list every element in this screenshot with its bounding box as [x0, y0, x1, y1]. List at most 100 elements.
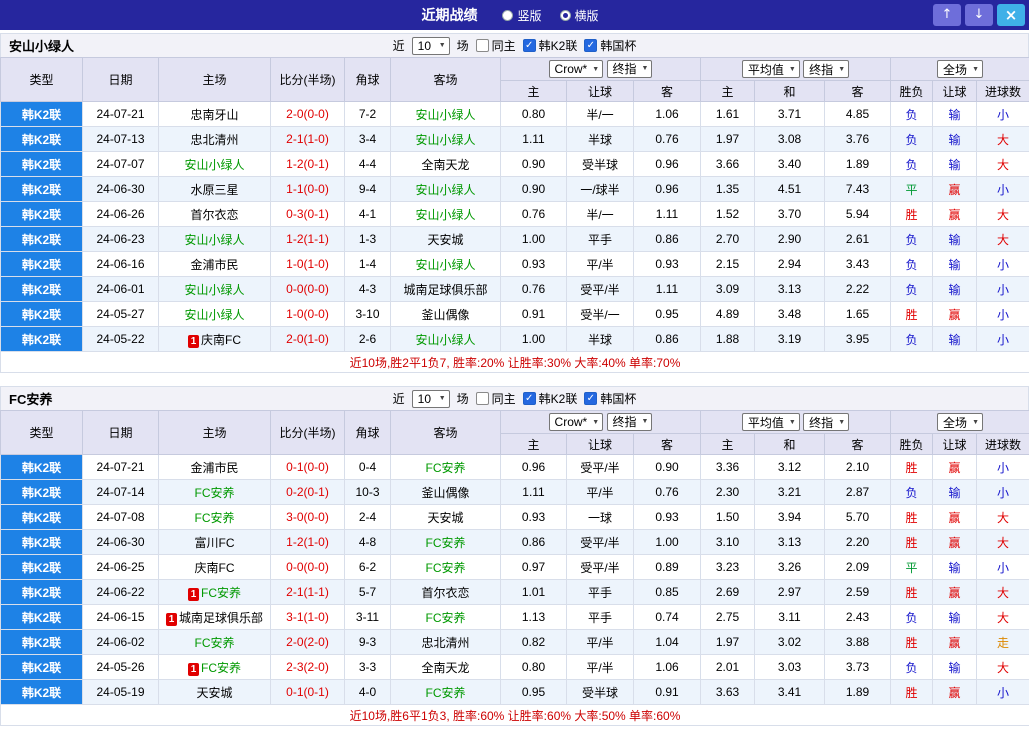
corner-cell: 1-4: [344, 251, 391, 277]
odds1-stage-select[interactable]: 终指 ▼: [606, 412, 653, 431]
odds2-away-cell: 3.95: [823, 326, 892, 352]
odds1-home-cell: 1.13: [500, 604, 567, 630]
odds1-handicap-cell: 受半球: [566, 151, 634, 177]
corner-cell: 4-8: [344, 529, 391, 555]
average-select[interactable]: 平均值 ▼: [741, 413, 800, 431]
scope-select[interactable]: 全场 ▼: [937, 413, 983, 431]
odds1-home-cell: 0.80: [500, 101, 567, 127]
date-cell: 24-07-21: [82, 454, 159, 480]
same-home-checkbox[interactable]: 同主: [475, 390, 516, 407]
odds2-away-cell: 2.10: [823, 454, 892, 480]
matches-tbody: 韩K2联 24-07-21 金浦市民 0-1(0-0) 0-4 FC安养 0.96 受平/半 0…: [0, 454, 1029, 705]
odds2-stage-select[interactable]: 终指 ▼: [803, 413, 850, 431]
goals-result-cell: 小: [976, 276, 1029, 302]
matches-table: 类型 日期 主场 比分(半场) 角球 客场 Crow* ▼ 终指 ▼ 平均值 ▼…: [0, 57, 1029, 373]
odds2-away-cell: 2.09: [823, 554, 892, 580]
team-label: 庆南FC: [201, 332, 241, 347]
odds1-handicap-cell: 受平/半: [566, 554, 634, 580]
match-row: 韩K2联 24-06-22 1 FC安养 2-1(1-1) 5-7 首尔衣恋 1.01 平手 0.…: [0, 579, 1029, 605]
corner-cell: 7-2: [344, 101, 391, 127]
average-select[interactable]: 平均值 ▼: [741, 60, 800, 78]
cup-checkbox[interactable]: ✓ 韩国杯: [584, 37, 636, 54]
odds1-stage-select[interactable]: 终指 ▼: [606, 59, 653, 78]
odds1-handicap-cell: 平/半: [566, 479, 634, 505]
corner-cell: 5-7: [344, 579, 391, 605]
odds1-away-cell: 0.86: [633, 326, 701, 352]
handicap-result-cell: 赢: [932, 454, 978, 480]
away-team-cell: 天安城: [390, 504, 501, 530]
bookmaker-select[interactable]: Crow* ▼: [548, 60, 604, 79]
league-cell: 韩K2联: [0, 226, 83, 252]
red-card-badge: 1: [165, 612, 177, 626]
league-checkbox[interactable]: ✓ 韩K2联: [522, 390, 578, 407]
goals-result-cell: 大: [976, 226, 1029, 252]
goals-result-cell: 小: [976, 101, 1029, 127]
corner-cell: 6-2: [344, 554, 391, 580]
team-label: 金浦市民: [190, 460, 239, 475]
scroll-down-button[interactable]: ↓: [965, 4, 993, 26]
away-team-cell: 安山小绿人: [390, 201, 501, 227]
league-cell: 韩K2联: [0, 276, 83, 302]
page-title: 近期战绩: [421, 7, 478, 23]
match-count-select[interactable]: 10 ▼: [411, 389, 450, 408]
match-row: 韩K2联 24-05-26 1 FC安养 2-3(2-0) 3-3 全南天龙 0.80 平/半 1…: [0, 654, 1029, 680]
col-corner: 角球: [344, 410, 391, 455]
team-label: FC安养: [194, 510, 235, 525]
team-label: 安山小绿人: [415, 107, 476, 122]
team-label: 安山小绿人: [184, 282, 245, 297]
league-checkbox-label: 韩K2联: [538, 392, 578, 406]
odds1-handicap-cell: 半球: [566, 326, 634, 352]
league-cell: 韩K2联: [0, 126, 83, 152]
chevron-down-icon: ▼: [972, 418, 979, 426]
matches-label: 场: [456, 392, 469, 406]
league-cell: 韩K2联: [0, 326, 83, 352]
chevron-down-icon: ▼: [641, 65, 649, 73]
radio-vertical-layout[interactable]: 竖版: [502, 7, 542, 24]
score-cell: 2-1(1-0): [270, 126, 345, 152]
team-name: FC安养: [9, 392, 53, 407]
checkbox-checked-icon: ✓: [522, 39, 536, 52]
odds2-stage-select[interactable]: 终指 ▼: [803, 60, 850, 78]
scroll-up-button[interactable]: ↑: [933, 4, 961, 26]
col-odds2-away: 客: [823, 80, 892, 102]
away-team-cell: 全南天龙: [390, 654, 501, 680]
team-label: FC安养: [194, 635, 235, 650]
match-row: 韩K2联 24-07-07 安山小绿人 1-2(0-1) 4-4 全南天龙 0.90 受半球 0…: [0, 151, 1029, 177]
odds2-draw-cell: 3.13: [754, 529, 825, 555]
cup-checkbox[interactable]: ✓ 韩国杯: [584, 390, 636, 407]
radio-horizontal-layout[interactable]: 横版: [559, 7, 599, 24]
score-cell: 1-1(0-0): [270, 176, 345, 202]
away-team-cell: 首尔衣恋: [390, 579, 501, 605]
odds2-away-cell: 3.73: [823, 654, 892, 680]
odds2-away-cell: 1.65: [823, 301, 892, 327]
match-row: 韩K2联 24-06-16 金浦市民 1-0(1-0) 1-4 安山小绿人 0.93 平/半 0…: [0, 251, 1029, 277]
away-team-cell: FC安养: [390, 529, 501, 555]
cup-checkbox-label: 韩国杯: [600, 392, 637, 406]
odds1-home-cell: 0.93: [500, 251, 567, 277]
odds2-draw-cell: 4.51: [754, 176, 825, 202]
home-team-cell: 金浦市民: [158, 454, 271, 480]
odds1-handicap-cell: 平/半: [566, 654, 634, 680]
odds1-home-cell: 1.11: [500, 126, 567, 152]
away-team-cell: FC安养: [390, 604, 501, 630]
same-home-checkbox[interactable]: 同主: [475, 37, 516, 54]
team-label: 富川FC: [194, 535, 235, 550]
bookmaker-select[interactable]: Crow* ▼: [548, 413, 604, 432]
match-row: 韩K2联 24-06-02 FC安养 2-0(2-0) 9-3 忠北清州 0.82 平/半 1.…: [0, 629, 1029, 655]
team-label: 安山小绿人: [415, 182, 476, 197]
date-cell: 24-07-08: [82, 504, 159, 530]
odds2-draw-cell: 3.19: [754, 326, 825, 352]
odds1-handicap-cell: 半球: [566, 126, 634, 152]
odds2-away-cell: 2.59: [823, 579, 892, 605]
matches-label: 场: [456, 39, 469, 53]
handicap-result-cell: 输: [932, 326, 978, 352]
league-checkbox[interactable]: ✓ 韩K2联: [522, 37, 577, 54]
home-team-cell: 安山小绿人: [158, 301, 271, 327]
odds1-away-cell: 0.95: [633, 301, 701, 327]
odds2-away-cell: 2.22: [823, 276, 892, 302]
scope-select[interactable]: 全场 ▼: [937, 60, 983, 78]
match-count-select[interactable]: 10 ▼: [411, 36, 450, 55]
team-label: 城南足球俱乐部: [403, 282, 488, 297]
goals-result-cell: 小: [976, 479, 1029, 505]
close-button[interactable]: ×: [997, 4, 1025, 26]
